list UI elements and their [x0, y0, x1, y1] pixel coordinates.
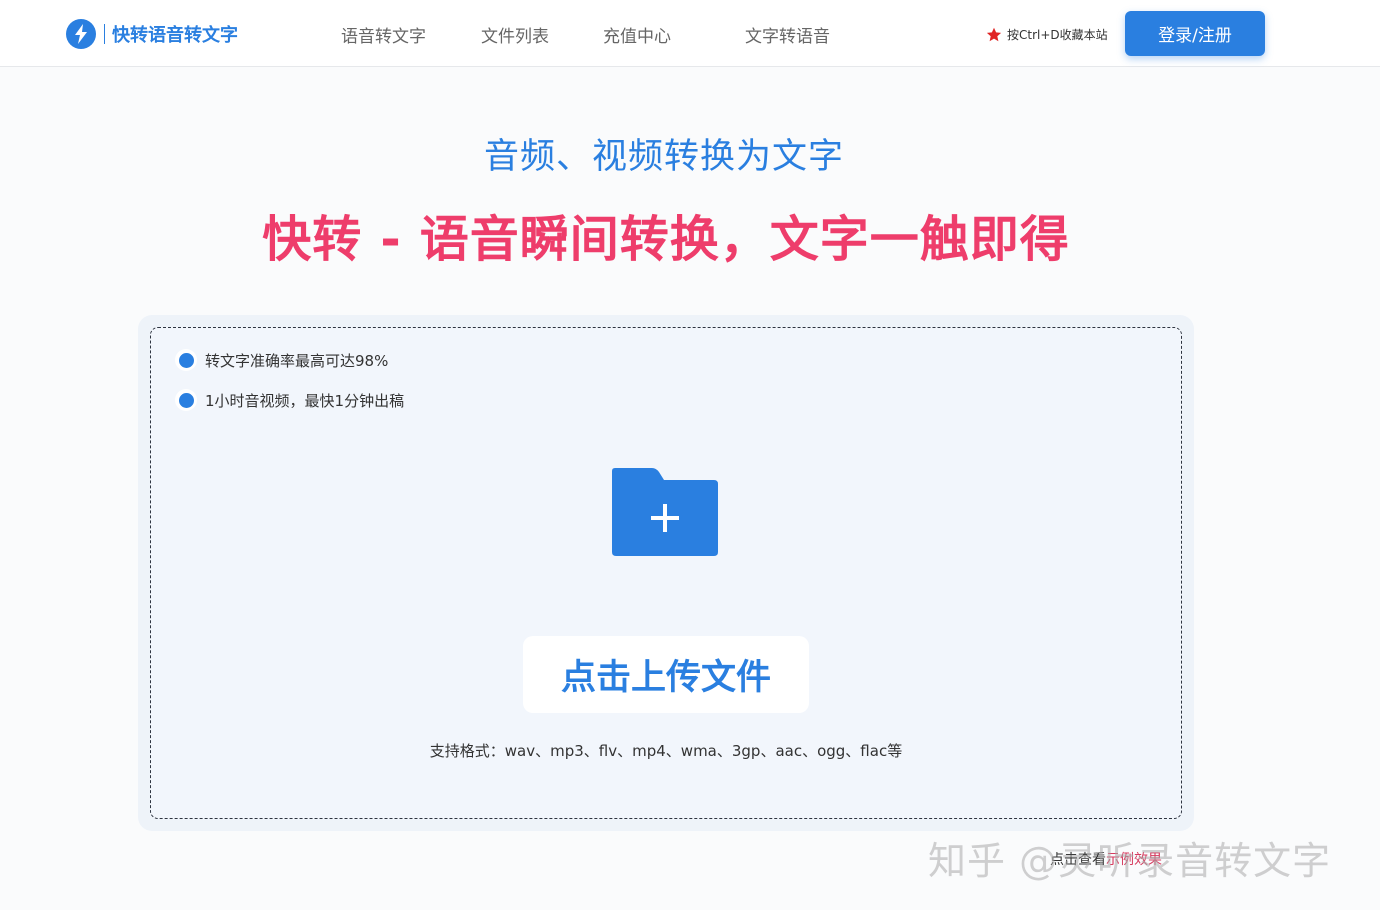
top-header: 快转语音转文字 语音转文字 文件列表 充值中心 文字转语音 按Ctrl+D收藏本… [0, 0, 1380, 67]
logo-divider [104, 24, 105, 44]
upload-panel: 转文字准确率最高可达98% 1小时音视频，最快1分钟出稿 点击上传文件 支持格式… [138, 315, 1194, 831]
bullet-dot-icon [175, 389, 197, 411]
star-icon [986, 27, 1002, 41]
nav-recharge-center[interactable]: 充值中心 [603, 22, 671, 47]
upload-file-button[interactable]: 点击上传文件 [523, 636, 809, 713]
feature-item: 1小时音视频，最快1分钟出稿 [175, 389, 404, 411]
upload-dropzone[interactable]: 转文字准确率最高可达98% 1小时音视频，最快1分钟出稿 点击上传文件 支持格式… [150, 327, 1182, 819]
zhihu-watermark: 知乎 @灵听录音转文字 [928, 839, 1332, 883]
nav-text-to-speech[interactable]: 文字转语音 [745, 22, 830, 47]
hero-headline: 快转 - 语音瞬间转换，文字一触即得 [262, 211, 1070, 268]
logo-text: 快转语音转文字 [112, 25, 238, 46]
bookmark-hint[interactable]: 按Ctrl+D收藏本站 [986, 26, 1108, 43]
bullet-dot-icon [175, 349, 197, 371]
hero-subtitle: 音频、视频转换为文字 [483, 137, 844, 177]
feature-text: 转文字准确率最高可达98% [205, 351, 389, 370]
site-logo[interactable]: 快转语音转文字 [66, 18, 238, 50]
folder-plus-icon[interactable] [612, 468, 718, 556]
lightning-icon [66, 19, 96, 49]
login-register-button[interactable]: 登录/注册 [1125, 11, 1265, 56]
supported-formats: 支持格式：wav、mp3、flv、mp4、wma、3gp、aac、ogg、fla… [429, 742, 903, 760]
nav-file-list[interactable]: 文件列表 [481, 22, 549, 47]
bookmark-hint-text: 按Ctrl+D收藏本站 [1007, 28, 1108, 42]
feature-item: 转文字准确率最高可达98% [175, 349, 388, 371]
feature-text: 1小时音视频，最快1分钟出稿 [205, 391, 405, 410]
nav-speech-to-text[interactable]: 语音转文字 [341, 22, 426, 47]
